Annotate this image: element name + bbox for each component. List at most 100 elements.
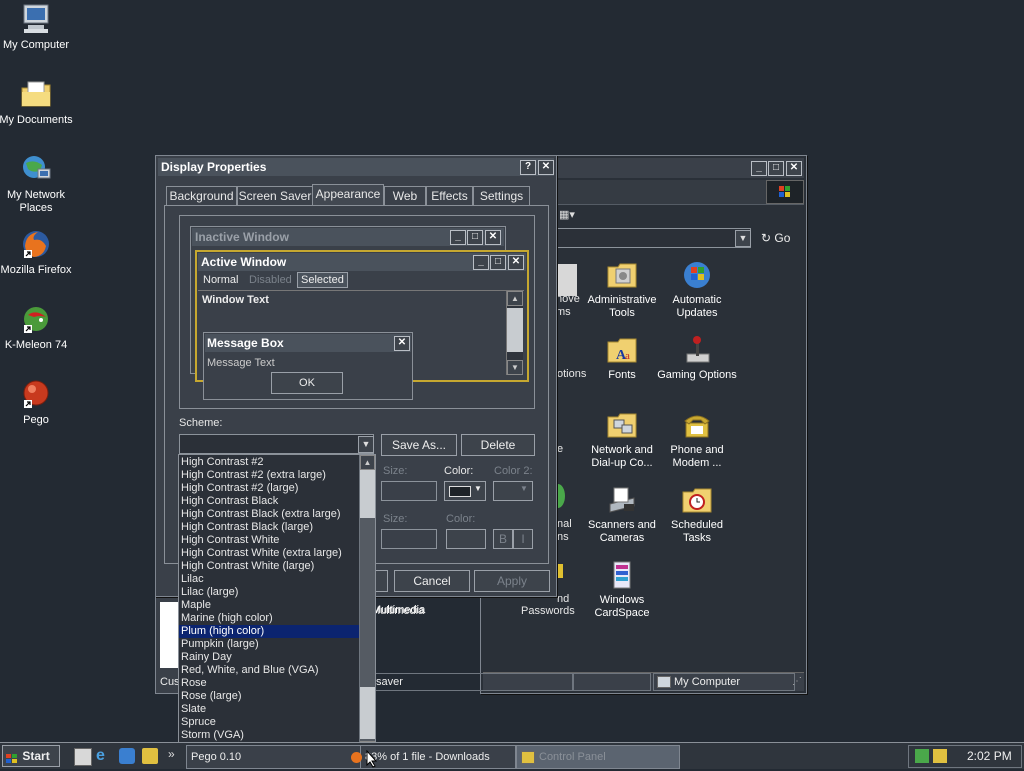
cp-item-label: Fonts — [608, 369, 636, 381]
cp-item-administrative-tools[interactable]: Administrative Tools — [582, 259, 662, 320]
cp-item-gaming-options[interactable]: Gaming Options — [657, 334, 737, 382]
svg-text:a: a — [625, 350, 630, 362]
scheme-option[interactable]: High Contrast #2 (large) — [179, 482, 359, 495]
scheme-option[interactable]: High Contrast #2 — [179, 456, 359, 469]
clock[interactable]: 2:02 PM — [967, 749, 1012, 763]
scanner-icon — [606, 484, 638, 516]
resize-grip-icon[interactable]: ⋰ — [792, 676, 804, 688]
desktop-icon-my-computer[interactable]: My Computer — [0, 3, 74, 52]
tab-background[interactable]: Background — [166, 186, 237, 205]
scheme-option[interactable]: High Contrast Black (large) — [179, 521, 359, 534]
scheme-option[interactable]: Rainy Day — [179, 651, 359, 664]
list-scroll-thumb-lower — [360, 687, 375, 739]
desktop-icon-k-meleon[interactable]: K-Meleon 74 — [0, 303, 74, 352]
color-button[interactable]: ▼ — [444, 481, 486, 501]
windows-logo-icon — [766, 180, 804, 204]
item-partial-label: Passwords — [521, 605, 575, 617]
minimize-button[interactable]: _ — [751, 161, 767, 176]
cp-item-fonts[interactable]: Aa Fonts — [582, 334, 662, 382]
scheme-select[interactable] — [179, 434, 374, 454]
scheme-option[interactable]: Red, White, and Blue (VGA) — [179, 664, 359, 677]
delete-button[interactable]: Delete — [461, 434, 535, 456]
desktop-icon-my-documents[interactable]: My Documents — [0, 78, 74, 127]
desktop-icon-label: K-Meleon 74 — [4, 339, 68, 351]
scheme-option[interactable]: Marine (high color) — [179, 612, 359, 625]
scheme-option[interactable]: Lilac (large) — [179, 586, 359, 599]
cp-item-scanners-cameras[interactable]: Scanners and Cameras — [582, 484, 662, 545]
mouse-cursor-icon — [366, 749, 378, 768]
desktop-icon-mozilla-firefox[interactable]: Mozilla Firefox — [0, 228, 74, 277]
scheme-option[interactable]: Rose (large) — [179, 690, 359, 703]
scheme-option[interactable]: Plum (high color) — [179, 625, 359, 638]
appearance-preview: Inactive Window _ □ ✕ Active Window _ □ … — [179, 215, 535, 409]
scheme-option[interactable]: Rose — [179, 677, 359, 690]
tab-appearance[interactable]: Appearance — [312, 184, 384, 206]
tab-screen-saver[interactable]: Screen Saver — [237, 186, 313, 205]
cp-item-phone-modem[interactable]: Phone and Modem ... — [657, 409, 737, 470]
tray-network-icon[interactable] — [915, 749, 929, 763]
scheme-option[interactable]: High Contrast White — [179, 534, 359, 547]
inactive-title: Inactive Window — [195, 230, 289, 244]
cp-item-network-dialup[interactable]: Network and Dial-up Co... — [582, 409, 662, 470]
system-tray: 2:02 PM — [908, 745, 1022, 768]
desktop-icon-pego[interactable]: Pego — [0, 378, 74, 427]
scheme-option[interactable]: High Contrast White (large) — [179, 560, 359, 573]
scheme-option[interactable]: High Contrast White (extra large) — [179, 547, 359, 560]
views-button[interactable]: ▦▾ — [559, 208, 579, 222]
preview-message-box: Message Box ✕ Message Text OK — [203, 332, 413, 400]
desktop-icon-label: My Documents — [0, 114, 73, 126]
help-button[interactable]: ? — [520, 160, 536, 175]
go-arrow-icon: ↻ — [761, 231, 772, 245]
save-as-button[interactable]: Save As... — [381, 434, 457, 456]
desktop-icon-label: My Computer — [2, 39, 70, 51]
cp-item-automatic-updates[interactable]: Automatic Updates — [657, 259, 737, 320]
task-downloads[interactable]: 83% of 1 file - Downloads — [351, 745, 516, 769]
quick-launch-chevron[interactable]: » — [168, 747, 175, 761]
scheme-dropdown-list[interactable]: High Contrast #2 High Contrast #2 (extra … — [178, 454, 376, 758]
msgbox-close-icon: ✕ — [394, 336, 410, 351]
apply-button[interactable]: Apply — [474, 570, 550, 592]
desktop-icon-my-network-places[interactable]: My Network Places — [0, 153, 74, 215]
tray-app-icon[interactable] — [933, 749, 947, 763]
quick-launch-outlook-icon[interactable] — [119, 748, 135, 764]
scheme-option[interactable]: Storm (VGA) — [179, 729, 359, 742]
cp-item-windows-cardspace[interactable]: Windows CardSpace — [582, 559, 662, 620]
go-button[interactable]: ↻ Go — [761, 230, 801, 246]
scheme-option[interactable]: Maple — [179, 599, 359, 612]
scheme-option[interactable]: Pumpkin (large) — [179, 638, 359, 651]
scheme-option[interactable]: High Contrast Black (extra large) — [179, 508, 359, 521]
chevron-down-icon: ▼ — [474, 484, 482, 493]
scheme-option[interactable]: High Contrast Black — [179, 495, 359, 508]
preview-menu-selected: Selected — [297, 272, 348, 288]
quick-launch-desktop-icon[interactable] — [74, 748, 92, 766]
font-color-label: Color: — [446, 513, 476, 525]
scroll-up-arrow-icon[interactable]: ▲ — [360, 455, 375, 470]
maximize-button[interactable]: □ — [768, 161, 784, 176]
list-scrollbar[interactable]: ▲ ▼ — [359, 455, 375, 756]
dialog-close-button[interactable]: ✕ — [538, 160, 554, 175]
tab-settings[interactable]: Settings — [473, 186, 530, 205]
taskbar: Start e » Pego 0.10 83% of 1 file - Down… — [0, 742, 1024, 769]
tab-web[interactable]: Web — [384, 186, 426, 205]
font-size-select — [381, 529, 437, 549]
scheme-option[interactable]: Lilac — [179, 573, 359, 586]
cancel-button[interactable]: Cancel — [394, 570, 470, 592]
scheme-option[interactable]: High Contrast #2 (extra large) — [179, 469, 359, 482]
ok-button[interactable] — [374, 570, 388, 592]
start-button[interactable]: Start — [2, 745, 60, 767]
scheme-dropdown-arrow-icon[interactable]: ▼ — [358, 436, 374, 453]
tab-effects[interactable]: Effects — [426, 186, 473, 205]
task-pego[interactable]: Pego 0.10 — [186, 745, 362, 769]
list-scroll-thumb[interactable] — [360, 470, 375, 518]
quick-launch-ie-icon[interactable]: e — [96, 747, 114, 765]
address-dropdown-button[interactable]: ▼ — [735, 230, 751, 247]
close-button[interactable]: ✕ — [786, 161, 802, 176]
quick-launch-search-icon[interactable] — [142, 748, 158, 764]
scheme-option[interactable]: Slate — [179, 703, 359, 716]
scheme-option[interactable]: Spruce — [179, 716, 359, 729]
cp-item-scheduled-tasks[interactable]: Scheduled Tasks — [657, 484, 737, 545]
item-partial-label: nal — [557, 518, 572, 530]
status-bar-panel — [573, 673, 651, 691]
task-label: Pego 0.10 — [191, 751, 242, 763]
task-control-panel[interactable]: Control Panel — [516, 745, 680, 769]
